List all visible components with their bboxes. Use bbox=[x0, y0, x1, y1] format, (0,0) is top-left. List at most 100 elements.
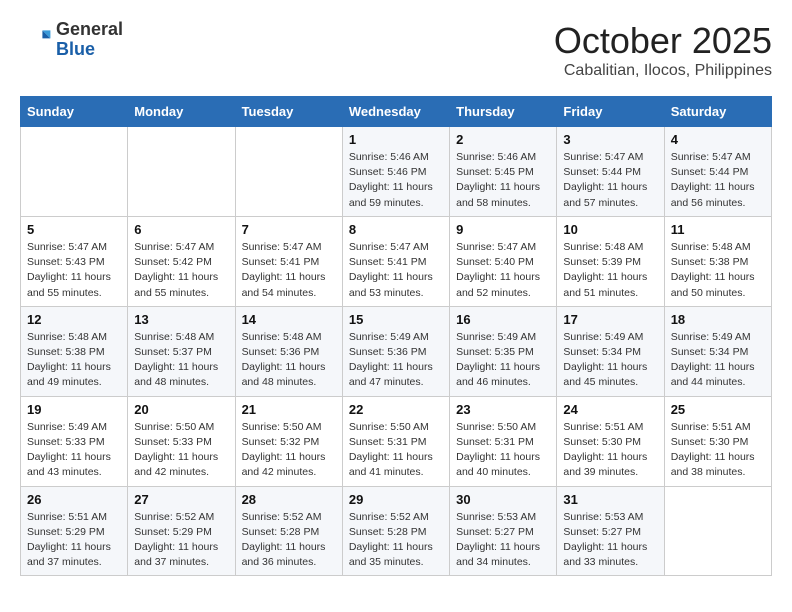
calendar-cell: 4 Sunrise: 5:47 AMSunset: 5:44 PMDaylight… bbox=[664, 127, 771, 217]
day-info: Sunrise: 5:46 AMSunset: 5:45 PMDaylight:… bbox=[456, 150, 550, 211]
day-info: Sunrise: 5:47 AMSunset: 5:42 PMDaylight:… bbox=[134, 240, 228, 301]
day-number: 26 bbox=[27, 492, 121, 507]
day-info: Sunrise: 5:53 AMSunset: 5:27 PMDaylight:… bbox=[456, 510, 550, 571]
logo-text: General Blue bbox=[56, 20, 123, 60]
day-number: 14 bbox=[242, 312, 336, 327]
day-info: Sunrise: 5:52 AMSunset: 5:28 PMDaylight:… bbox=[349, 510, 443, 571]
day-info: Sunrise: 5:50 AMSunset: 5:32 PMDaylight:… bbox=[242, 420, 336, 481]
day-info: Sunrise: 5:48 AMSunset: 5:36 PMDaylight:… bbox=[242, 330, 336, 391]
month-title: October 2025 bbox=[554, 20, 772, 62]
calendar-cell: 3 Sunrise: 5:47 AMSunset: 5:44 PMDaylight… bbox=[557, 127, 664, 217]
day-number: 20 bbox=[134, 402, 228, 417]
calendar-cell: 16 Sunrise: 5:49 AMSunset: 5:35 PMDayligh… bbox=[450, 306, 557, 396]
calendar-cell: 11 Sunrise: 5:48 AMSunset: 5:38 PMDayligh… bbox=[664, 216, 771, 306]
weekday-header: Tuesday bbox=[235, 97, 342, 127]
weekday-header-row: SundayMondayTuesdayWednesdayThursdayFrid… bbox=[21, 97, 772, 127]
day-info: Sunrise: 5:52 AMSunset: 5:28 PMDaylight:… bbox=[242, 510, 336, 571]
weekday-header: Monday bbox=[128, 97, 235, 127]
calendar-cell: 2 Sunrise: 5:46 AMSunset: 5:45 PMDaylight… bbox=[450, 127, 557, 217]
day-info: Sunrise: 5:46 AMSunset: 5:46 PMDaylight:… bbox=[349, 150, 443, 211]
calendar-cell: 21 Sunrise: 5:50 AMSunset: 5:32 PMDayligh… bbox=[235, 396, 342, 486]
weekday-header: Sunday bbox=[21, 97, 128, 127]
day-number: 19 bbox=[27, 402, 121, 417]
calendar-cell: 19 Sunrise: 5:49 AMSunset: 5:33 PMDayligh… bbox=[21, 396, 128, 486]
day-number: 30 bbox=[456, 492, 550, 507]
weekday-header: Friday bbox=[557, 97, 664, 127]
weekday-header: Thursday bbox=[450, 97, 557, 127]
day-number: 29 bbox=[349, 492, 443, 507]
day-number: 25 bbox=[671, 402, 765, 417]
day-number: 16 bbox=[456, 312, 550, 327]
calendar-cell bbox=[128, 127, 235, 217]
calendar-cell bbox=[664, 486, 771, 576]
calendar-cell: 9 Sunrise: 5:47 AMSunset: 5:40 PMDaylight… bbox=[450, 216, 557, 306]
day-number: 18 bbox=[671, 312, 765, 327]
day-info: Sunrise: 5:48 AMSunset: 5:37 PMDaylight:… bbox=[134, 330, 228, 391]
calendar-cell: 12 Sunrise: 5:48 AMSunset: 5:38 PMDayligh… bbox=[21, 306, 128, 396]
calendar-cell bbox=[21, 127, 128, 217]
day-number: 3 bbox=[563, 132, 657, 147]
day-number: 1 bbox=[349, 132, 443, 147]
calendar-week-row: 19 Sunrise: 5:49 AMSunset: 5:33 PMDayligh… bbox=[21, 396, 772, 486]
day-info: Sunrise: 5:49 AMSunset: 5:35 PMDaylight:… bbox=[456, 330, 550, 391]
day-info: Sunrise: 5:51 AMSunset: 5:29 PMDaylight:… bbox=[27, 510, 121, 571]
day-number: 8 bbox=[349, 222, 443, 237]
calendar-cell: 14 Sunrise: 5:48 AMSunset: 5:36 PMDayligh… bbox=[235, 306, 342, 396]
day-number: 17 bbox=[563, 312, 657, 327]
day-info: Sunrise: 5:47 AMSunset: 5:41 PMDaylight:… bbox=[242, 240, 336, 301]
day-number: 11 bbox=[671, 222, 765, 237]
day-info: Sunrise: 5:49 AMSunset: 5:33 PMDaylight:… bbox=[27, 420, 121, 481]
calendar-cell: 30 Sunrise: 5:53 AMSunset: 5:27 PMDayligh… bbox=[450, 486, 557, 576]
day-number: 9 bbox=[456, 222, 550, 237]
calendar-week-row: 26 Sunrise: 5:51 AMSunset: 5:29 PMDayligh… bbox=[21, 486, 772, 576]
calendar-cell: 5 Sunrise: 5:47 AMSunset: 5:43 PMDaylight… bbox=[21, 216, 128, 306]
day-number: 12 bbox=[27, 312, 121, 327]
day-number: 24 bbox=[563, 402, 657, 417]
calendar-cell: 25 Sunrise: 5:51 AMSunset: 5:30 PMDayligh… bbox=[664, 396, 771, 486]
logo-general: General bbox=[56, 20, 123, 40]
day-number: 6 bbox=[134, 222, 228, 237]
day-number: 2 bbox=[456, 132, 550, 147]
day-number: 7 bbox=[242, 222, 336, 237]
day-number: 10 bbox=[563, 222, 657, 237]
day-info: Sunrise: 5:48 AMSunset: 5:38 PMDaylight:… bbox=[27, 330, 121, 391]
day-info: Sunrise: 5:47 AMSunset: 5:44 PMDaylight:… bbox=[563, 150, 657, 211]
calendar-cell: 29 Sunrise: 5:52 AMSunset: 5:28 PMDayligh… bbox=[342, 486, 449, 576]
day-info: Sunrise: 5:47 AMSunset: 5:43 PMDaylight:… bbox=[27, 240, 121, 301]
calendar-cell: 26 Sunrise: 5:51 AMSunset: 5:29 PMDayligh… bbox=[21, 486, 128, 576]
page-header: General Blue October 2025 Cabalitian, Il… bbox=[20, 20, 772, 80]
day-number: 15 bbox=[349, 312, 443, 327]
day-info: Sunrise: 5:52 AMSunset: 5:29 PMDaylight:… bbox=[134, 510, 228, 571]
title-block: October 2025 Cabalitian, Ilocos, Philipp… bbox=[554, 20, 772, 80]
day-info: Sunrise: 5:47 AMSunset: 5:40 PMDaylight:… bbox=[456, 240, 550, 301]
day-info: Sunrise: 5:51 AMSunset: 5:30 PMDaylight:… bbox=[563, 420, 657, 481]
calendar-table: SundayMondayTuesdayWednesdayThursdayFrid… bbox=[20, 96, 772, 576]
logo-blue: Blue bbox=[56, 40, 123, 60]
day-info: Sunrise: 5:50 AMSunset: 5:31 PMDaylight:… bbox=[349, 420, 443, 481]
day-info: Sunrise: 5:49 AMSunset: 5:34 PMDaylight:… bbox=[671, 330, 765, 391]
calendar-cell: 27Sunrise: 5:52 AMSunset: 5:29 PMDayligh… bbox=[128, 486, 235, 576]
day-info: Sunrise: 5:47 AMSunset: 5:44 PMDaylight:… bbox=[671, 150, 765, 211]
day-info: Sunrise: 5:50 AMSunset: 5:33 PMDaylight:… bbox=[134, 420, 228, 481]
weekday-header: Wednesday bbox=[342, 97, 449, 127]
day-number: 28 bbox=[242, 492, 336, 507]
day-number: 31 bbox=[563, 492, 657, 507]
day-info: Sunrise: 5:53 AMSunset: 5:27 PMDaylight:… bbox=[563, 510, 657, 571]
day-info: Sunrise: 5:47 AMSunset: 5:41 PMDaylight:… bbox=[349, 240, 443, 301]
day-number: 4 bbox=[671, 132, 765, 147]
logo: General Blue bbox=[20, 20, 123, 60]
calendar-cell: 18 Sunrise: 5:49 AMSunset: 5:34 PMDayligh… bbox=[664, 306, 771, 396]
day-number: 21 bbox=[242, 402, 336, 417]
calendar-cell: 17 Sunrise: 5:49 AMSunset: 5:34 PMDayligh… bbox=[557, 306, 664, 396]
day-info: Sunrise: 5:51 AMSunset: 5:30 PMDaylight:… bbox=[671, 420, 765, 481]
day-number: 5 bbox=[27, 222, 121, 237]
day-info: Sunrise: 5:48 AMSunset: 5:38 PMDaylight:… bbox=[671, 240, 765, 301]
day-info: Sunrise: 5:49 AMSunset: 5:34 PMDaylight:… bbox=[563, 330, 657, 391]
calendar-cell: 8 Sunrise: 5:47 AMSunset: 5:41 PMDaylight… bbox=[342, 216, 449, 306]
calendar-cell: 10Sunrise: 5:48 AMSunset: 5:39 PMDayligh… bbox=[557, 216, 664, 306]
calendar-cell: 6 Sunrise: 5:47 AMSunset: 5:42 PMDaylight… bbox=[128, 216, 235, 306]
calendar-cell: 7 Sunrise: 5:47 AMSunset: 5:41 PMDaylight… bbox=[235, 216, 342, 306]
day-number: 23 bbox=[456, 402, 550, 417]
calendar-cell bbox=[235, 127, 342, 217]
calendar-cell: 15Sunrise: 5:49 AMSunset: 5:36 PMDayligh… bbox=[342, 306, 449, 396]
